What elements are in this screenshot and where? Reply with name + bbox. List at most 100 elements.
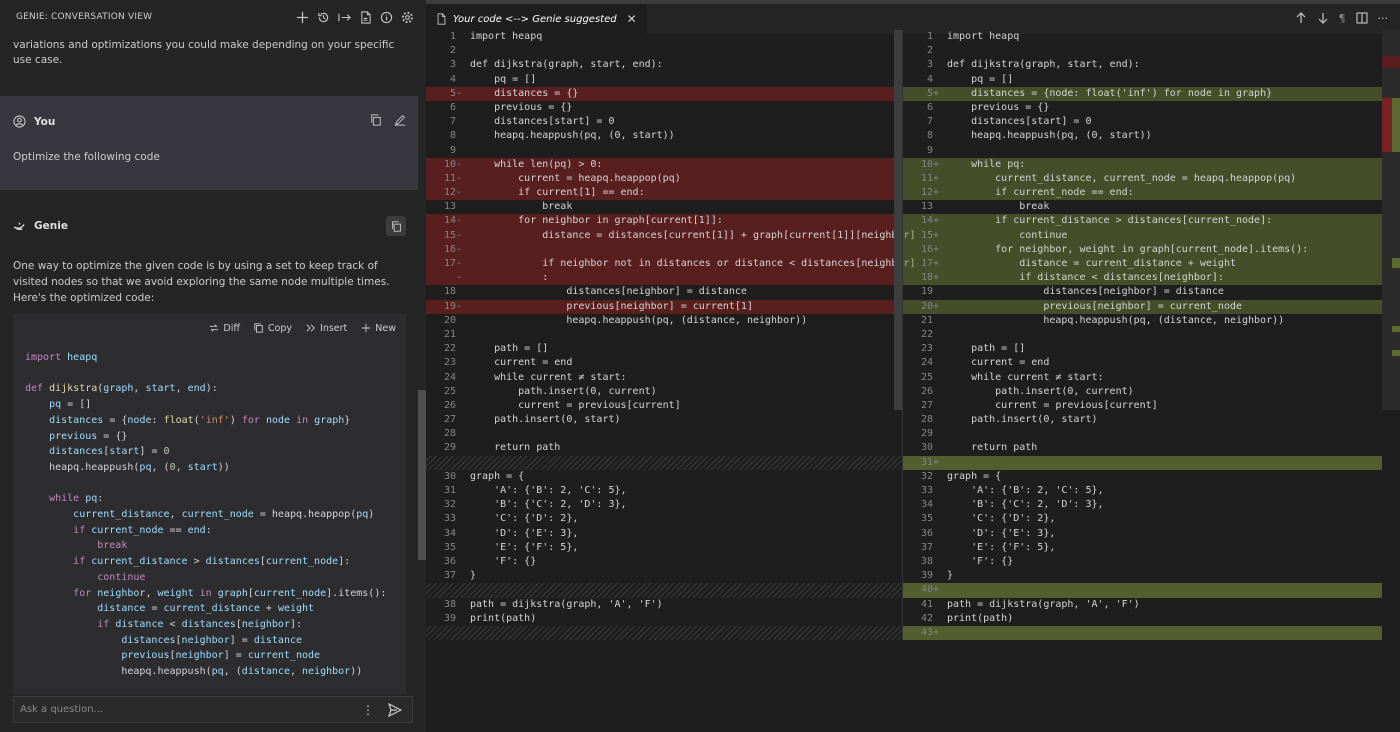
diff-marker: - <box>456 172 463 184</box>
original-code-pane[interactable]: 1 import heapq 2 3 def dijkstra(graph, start… <box>426 30 916 641</box>
code-line: distances = {node: float('inf') for node… <box>49 414 351 426</box>
line-number: 39 <box>920 570 933 582</box>
copy-label: Copy <box>267 322 293 334</box>
diff-marker <box>456 200 470 214</box>
code-text: path.insert(0, start) <box>470 414 621 426</box>
diff-line: 20 + previous[neighbor] = current_node <box>903 299 1382 314</box>
code-body: import heapq def dijkstra(graph, start, … <box>13 342 406 694</box>
copy-icon <box>254 323 263 333</box>
code-text: : <box>470 272 549 284</box>
line-number: 22 <box>920 328 933 340</box>
code-line: for neighbor, weight in graph[current_no… <box>73 587 387 599</box>
diff-line: 34 'B': {'C': 2, 'D': 3}, <box>903 498 1382 512</box>
diff-line: 19- previous[neighbor] = current[1] <box>426 299 902 314</box>
edit-icon[interactable] <box>394 114 406 129</box>
close-icon[interactable]: ✕ <box>627 12 637 26</box>
diff-marker <box>933 73 947 87</box>
diff-line: 19 distances[neighbor] = distance <box>903 285 1382 299</box>
genie-panel: GENIE: CONVERSATION VIEW variations and … <box>0 0 426 732</box>
line-number <box>426 583 456 597</box>
line-number: 1 <box>449 31 456 42</box>
plus-icon[interactable] <box>295 10 309 24</box>
diff-line: 26 current = previous[current] <box>426 399 902 413</box>
code-text: 'F': {} <box>947 555 1014 567</box>
code-text: def dijkstra(graph, start, end): <box>947 59 1140 71</box>
code-text: 'E': {'F': 5}, <box>470 541 579 553</box>
code-text: heapq.heappush(pq, (0, start)) <box>470 130 675 142</box>
pilcrow-icon[interactable]: ¶ <box>1339 12 1346 27</box>
diff-line: 6 previous = {} <box>426 101 902 115</box>
diff-line: 34 'D': {'E': 3}, <box>426 527 902 541</box>
copy-button[interactable]: Copy <box>254 323 292 334</box>
diff-line: 26 path.insert(0, current) <box>903 385 1382 399</box>
line-number: 37 <box>920 541 933 553</box>
diff-line: 1 import heapq <box>903 30 1382 44</box>
line-number: 18 <box>920 272 933 284</box>
history-icon[interactable] <box>316 10 330 24</box>
split-editor-icon[interactable] <box>1355 11 1368 27</box>
line-number: 43 <box>920 626 933 638</box>
diff-line: 9 <box>426 144 902 158</box>
insert-icon <box>306 324 315 332</box>
arrow-down-icon[interactable] <box>1317 12 1329 27</box>
line-number <box>426 626 456 640</box>
code-text: 'C': {'D': 2}, <box>470 513 579 525</box>
more-options-icon[interactable]: ⋮ <box>360 703 376 717</box>
arrow-up-icon[interactable] <box>1295 11 1307 27</box>
send-icon[interactable] <box>384 702 406 717</box>
suggested-code-pane[interactable]: 1 import heapq 2 3 def dijkstra(graph, start… <box>902 30 1382 641</box>
diff-line: 21 heapq.heappush(pq, (distance, neighbo… <box>903 314 1382 328</box>
diff-marker <box>456 527 470 541</box>
line-number: 35 <box>920 513 933 525</box>
code-text: if distance < distances[neighbor]: <box>947 272 1224 284</box>
diff-button[interactable]: Diff <box>209 323 240 334</box>
diff-line: 21 <box>426 328 902 342</box>
diff-line: 22 <box>903 328 1382 342</box>
diff-line: 32 'B': {'C': 2, 'D': 3}, <box>426 498 902 512</box>
gear-icon[interactable] <box>400 10 414 24</box>
code-text: import heapq <box>947 31 1020 42</box>
diff-line: 2 <box>426 44 902 58</box>
export-icon[interactable] <box>337 10 351 24</box>
line-number: 33 <box>920 485 933 496</box>
line-number: 12 <box>920 187 933 199</box>
code-text: path.insert(0, start) <box>947 414 1098 426</box>
line-number: 25 <box>443 385 456 397</box>
editor-scrollbar[interactable] <box>894 30 902 410</box>
code-text: distance = current_distance + weight <box>947 258 1236 269</box>
info-icon[interactable] <box>379 10 393 24</box>
diff-marker <box>933 44 947 58</box>
code-line: pq = [] <box>49 399 92 411</box>
line-number: 11 <box>443 172 456 184</box>
line-number: 27 <box>920 399 933 411</box>
diff-line: 7 distances[start] = 0 <box>903 115 1382 129</box>
code-line: distance = current_distance + weight <box>97 603 315 615</box>
diff-marker: - <box>456 158 463 170</box>
document-icon[interactable] <box>358 10 372 24</box>
copy-icon[interactable] <box>370 114 382 129</box>
diff-line: 4 pq = [] <box>903 73 1382 87</box>
diff-marker <box>456 399 470 413</box>
user-avatar-icon <box>13 115 26 128</box>
diff-marker <box>933 498 947 512</box>
diff-marker: + <box>933 626 940 638</box>
diff-line: 2 <box>903 44 1382 58</box>
more-actions-icon[interactable]: ··· <box>1378 12 1389 27</box>
code-line: import heapq <box>25 352 98 363</box>
copy-response-button[interactable] <box>386 216 406 236</box>
code-text: 'E': {'F': 5}, <box>947 541 1056 553</box>
line-number: 36 <box>443 555 456 567</box>
diff-marker <box>933 385 947 399</box>
diff-marker: - <box>456 300 463 312</box>
question-input[interactable] <box>20 704 360 715</box>
code-text: if current[1] == end: <box>470 187 645 199</box>
diff-editor: Your code <--> Genie suggested ✕ ¶ ··· 1… <box>426 0 1400 732</box>
insert-button[interactable]: Insert <box>306 323 347 334</box>
line-number: 39 <box>443 612 456 624</box>
chat-scrollbar[interactable] <box>418 390 426 560</box>
code-text: 'A': {'B': 2, 'C': 5}, <box>470 485 627 496</box>
new-button[interactable]: New <box>361 323 396 334</box>
